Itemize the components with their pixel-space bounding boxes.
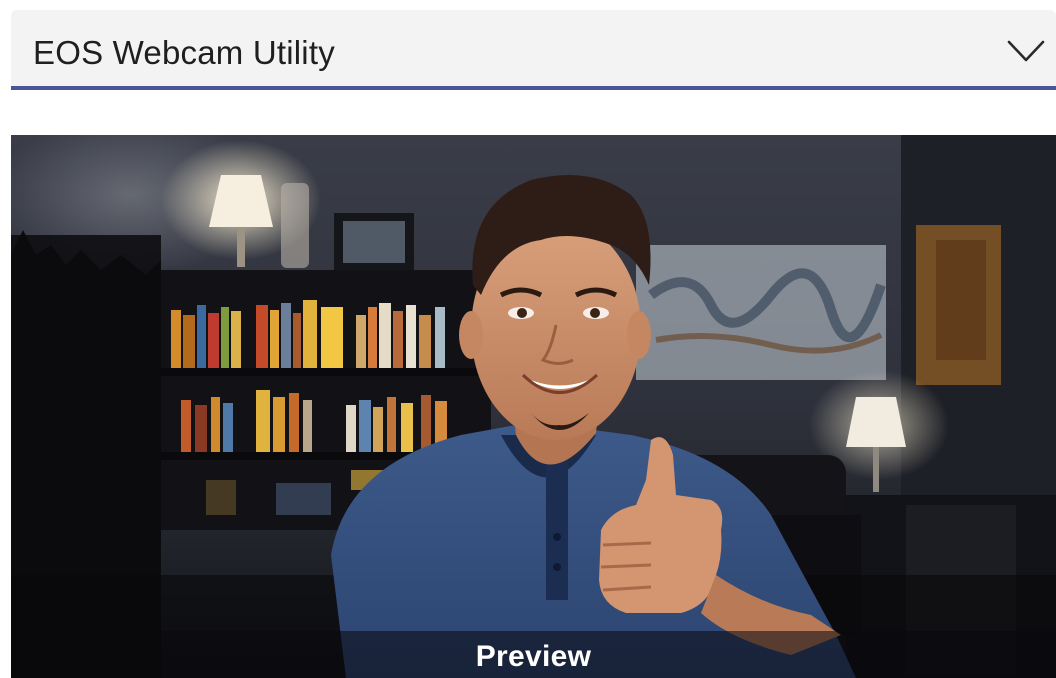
chevron-down-icon[interactable] [1006,38,1046,64]
preview-caption: Preview [475,640,592,673]
camera-preview: Preview [11,135,1056,678]
camera-select-dropdown[interactable]: EOS Webcam Utility [11,10,1056,90]
camera-select-value: EOS Webcam Utility [33,34,335,71]
webcam-video-frame [11,135,1056,678]
